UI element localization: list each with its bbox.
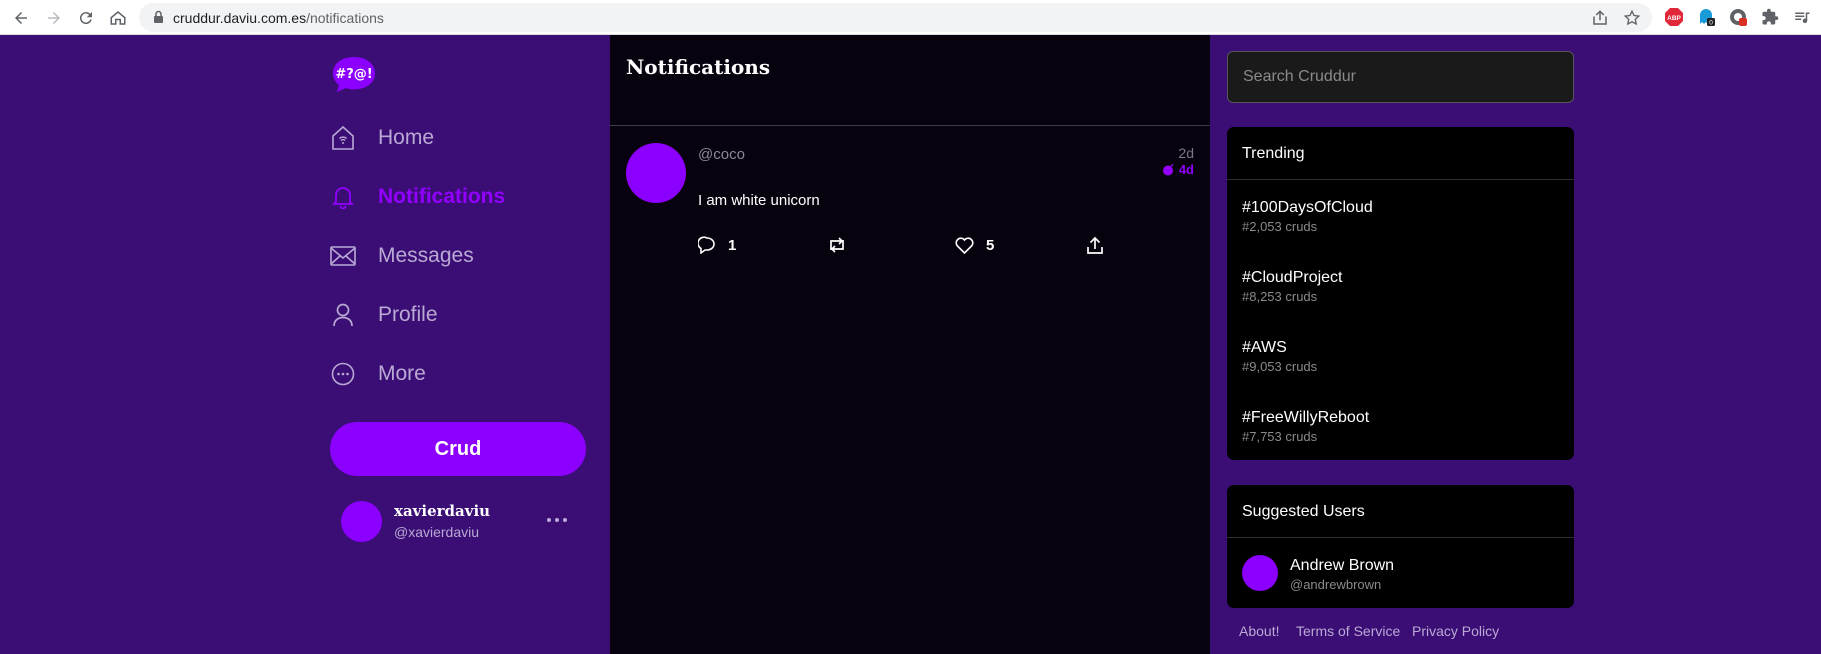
browser-toolbar: cruddur.daviu.com.es/notifications ABP 0: [0, 0, 1821, 35]
heart-icon: [955, 236, 974, 254]
nav-profile[interactable]: Profile: [330, 299, 438, 331]
suggested-user-name[interactable]: Andrew Brown: [1290, 557, 1394, 575]
nav-home-label: Home: [378, 126, 435, 149]
suggested-user-handle: @andrewbrown: [1290, 577, 1382, 592]
recrud-button[interactable]: [827, 234, 847, 256]
ellipsis-icon[interactable]: [542, 508, 572, 532]
trend-count: #7,753 cruds: [1242, 429, 1318, 444]
bomb-icon: [1162, 163, 1174, 176]
svg-text:ABP: ABP: [1667, 15, 1681, 22]
trend-count: #8,253 cruds: [1242, 289, 1318, 304]
nav-home[interactable]: Home: [330, 122, 434, 154]
person-icon: [330, 302, 356, 328]
suggested-users-panel: Suggested Users Andrew Brown @andrewbrow…: [1227, 485, 1574, 608]
puzzle-extensions-icon[interactable]: [1761, 8, 1779, 26]
trend-name: #100DaysOfCloud: [1242, 199, 1373, 216]
trend-item[interactable]: #FreeWillyReboot #7,753 cruds: [1242, 409, 1369, 444]
back-arrow-icon[interactable]: [9, 6, 33, 30]
share-page-icon[interactable]: [1591, 9, 1609, 27]
post-message: I am white unicorn: [698, 192, 820, 209]
post-author-handle[interactable]: @coco: [698, 146, 745, 163]
adblock-icon[interactable]: ABP: [1665, 8, 1683, 26]
suggested-user-avatar[interactable]: [1242, 555, 1278, 591]
nav-profile-label: Profile: [378, 303, 438, 326]
nav-messages[interactable]: Messages: [330, 240, 474, 272]
footer-about-link[interactable]: About!: [1239, 623, 1279, 639]
post-expiry: 4d: [1162, 162, 1194, 177]
notifications-feed: Notifications @coco 2d 4d I am white uni…: [610, 35, 1210, 654]
repost-icon: [830, 237, 844, 253]
share-icon: [1087, 236, 1103, 254]
trend-count: #2,053 cruds: [1242, 219, 1318, 234]
extension-ghost-icon[interactable]: 0: [1697, 8, 1715, 26]
nav-notifications[interactable]: Notifications: [330, 181, 505, 213]
trending-title: Trending: [1227, 127, 1574, 180]
extension-shield-icon[interactable]: [1729, 8, 1747, 26]
bookmark-star-icon[interactable]: [1623, 9, 1641, 27]
lock-icon: [154, 10, 163, 23]
reply-count: 1: [728, 236, 737, 254]
home-browser-icon[interactable]: [106, 6, 130, 30]
more-circle-icon: [330, 361, 356, 387]
search-input[interactable]: [1227, 51, 1574, 103]
trend-item[interactable]: #AWS #9,053 cruds: [1242, 339, 1317, 374]
nav-notifications-label: Notifications: [378, 185, 506, 208]
page-title: Notifications: [626, 55, 771, 79]
nav-more[interactable]: More: [330, 358, 426, 390]
post-expiry-text: 4d: [1178, 162, 1194, 177]
current-user-avatar[interactable]: [341, 501, 382, 542]
address-bar[interactable]: cruddur.daviu.com.es/notifications: [139, 3, 1652, 32]
nav-more-label: More: [378, 362, 426, 385]
share-button[interactable]: [1086, 234, 1104, 256]
forward-arrow-icon[interactable]: [42, 6, 66, 30]
cruddur-logo[interactable]: #?@!: [330, 54, 378, 94]
svg-text:0: 0: [1709, 20, 1713, 27]
trend-name: #FreeWillyReboot: [1242, 409, 1370, 426]
feed-header: Notifications: [610, 35, 1210, 126]
current-user-name: xavierdaviu: [394, 502, 491, 520]
nav-messages-label: Messages: [378, 244, 474, 267]
reply-button[interactable]: 1: [698, 234, 736, 256]
trend-count: #9,053 cruds: [1242, 359, 1318, 374]
footer-terms-link[interactable]: Terms of Service: [1296, 623, 1400, 639]
trend-name: #CloudProject: [1242, 269, 1343, 286]
svg-text:#?@!: #?@!: [335, 67, 372, 82]
media-playlist-icon[interactable]: [1793, 8, 1811, 26]
current-user-handle: @xavierdaviu: [394, 524, 480, 540]
trend-name: #AWS: [1242, 339, 1287, 356]
envelope-icon: [330, 243, 356, 269]
like-count: 5: [986, 236, 995, 254]
bell-icon: [330, 184, 356, 210]
post-timestamp: 2d: [1178, 145, 1194, 161]
trend-item[interactable]: #CloudProject #8,253 cruds: [1242, 269, 1343, 304]
reload-icon[interactable]: [74, 6, 98, 30]
suggested-users-title: Suggested Users: [1227, 485, 1574, 538]
like-button[interactable]: 5: [955, 234, 994, 256]
home-icon: [330, 125, 356, 151]
url-text: cruddur.daviu.com.es/notifications: [173, 10, 384, 26]
reply-icon: [698, 236, 715, 254]
crud-button[interactable]: Crud: [330, 422, 586, 476]
trending-panel: Trending #100DaysOfCloud #2,053 cruds #C…: [1227, 127, 1574, 460]
post-author-avatar[interactable]: [626, 143, 686, 203]
footer-privacy-link[interactable]: Privacy Policy: [1412, 623, 1499, 639]
trend-item[interactable]: #100DaysOfCloud #2,053 cruds: [1242, 199, 1373, 234]
